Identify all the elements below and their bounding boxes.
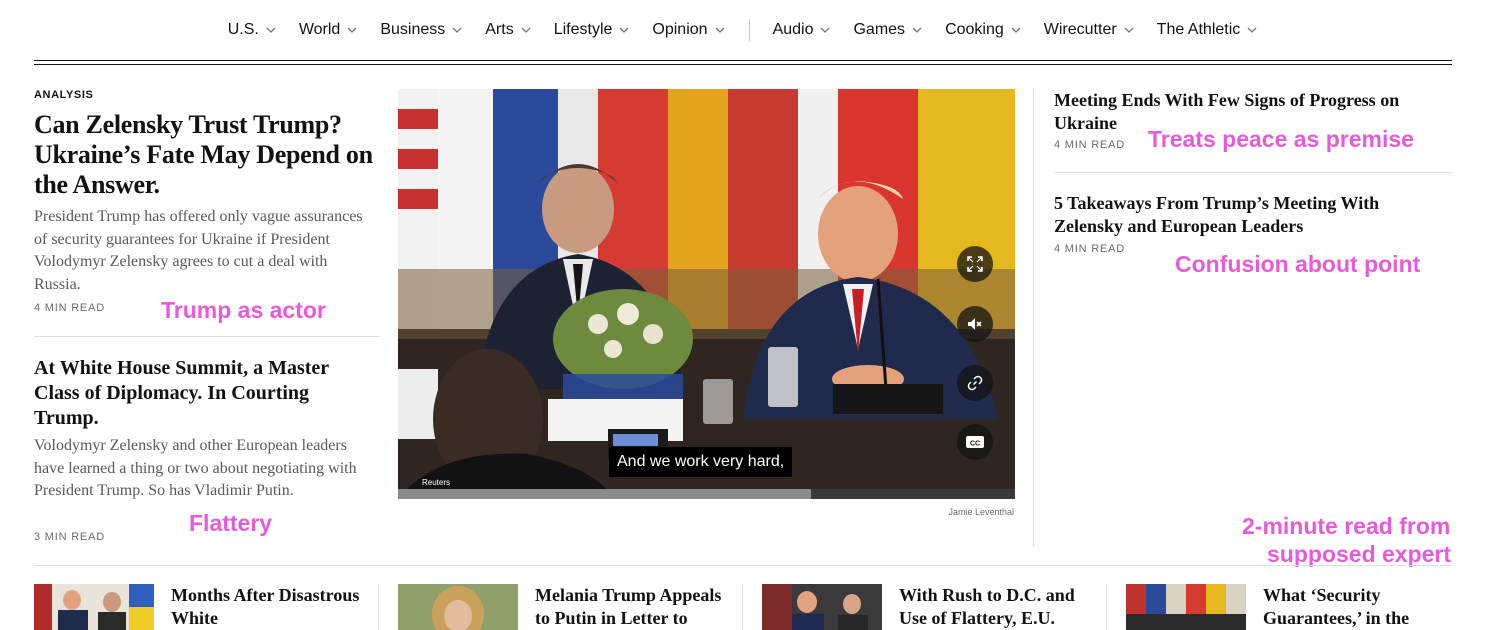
nav-label: Opinion: [652, 21, 708, 38]
nav-item-wirecutter[interactable]: Wirecutter: [1044, 21, 1135, 39]
nav-label: Audio: [772, 21, 814, 38]
video-caption: And we work very hard,: [609, 447, 793, 477]
closed-captions-icon: CC: [966, 436, 984, 448]
nav-item-the-athletic[interactable]: The Athletic: [1157, 21, 1259, 39]
svg-text:CC: CC: [970, 441, 980, 448]
video-player[interactable]: CC: [398, 89, 1015, 499]
bottom-story-4[interactable]: What ‘Security Guarantees,’ in the: [1126, 584, 1452, 630]
story-divider: [34, 336, 380, 337]
chevron-down-icon: [912, 27, 922, 33]
video-frame-image: [398, 89, 1015, 499]
nav-label: Lifestyle: [553, 21, 613, 38]
link-icon: [967, 375, 983, 391]
nav-label: Wirecutter: [1043, 21, 1117, 38]
annotation-two-minute-read: 2-minute read from: [1242, 513, 1451, 539]
story-thumbnail: [1126, 584, 1246, 630]
second-headline[interactable]: At White House Summit, a Master Class of…: [34, 356, 374, 431]
video-source: Reuters: [422, 478, 451, 487]
nav-item-audio[interactable]: Audio: [773, 21, 832, 39]
bottom-divider: [34, 565, 1452, 566]
annotation-trump-as-actor: Trump as actor: [161, 297, 326, 323]
chevron-down-icon: [1124, 27, 1134, 33]
card-separator: [378, 584, 379, 630]
nav-label: Games: [853, 21, 906, 38]
nav-label: The Athletic: [1156, 21, 1241, 38]
copy-link-button[interactable]: [957, 365, 993, 401]
card-separator: [1106, 584, 1107, 630]
nav-item-us[interactable]: U.S.: [228, 21, 277, 39]
story-title: Melania Trump Appeals to Putin in Letter…: [535, 585, 722, 628]
masthead-rule-top: [34, 60, 1452, 61]
annotation-flattery: Flattery: [189, 510, 273, 536]
bottom-story-2[interactable]: Melania Trump Appeals to Putin in Letter…: [398, 584, 738, 630]
nav-item-cooking[interactable]: Cooking: [945, 21, 1022, 39]
annotation-supposed-expert: supposed expert: [1267, 541, 1452, 567]
masthead-rule-bottom: [34, 64, 1452, 65]
bottom-story-1[interactable]: Months After Disastrous White: [34, 584, 374, 630]
nav-item-arts[interactable]: Arts: [485, 21, 531, 39]
chevron-down-icon: [452, 27, 462, 33]
right-read-time-1: 4 MIN READ: [1054, 139, 1125, 151]
story-thumbnail: [398, 584, 518, 630]
nav-item-business[interactable]: Business: [380, 21, 463, 39]
chevron-down-icon: [266, 27, 276, 33]
story-thumbnail: [762, 584, 882, 630]
story-kicker: ANALYSIS: [34, 89, 94, 101]
nav-label: World: [298, 21, 341, 38]
chevron-down-icon: [1011, 27, 1021, 33]
story-title: Months After Disastrous White: [171, 585, 360, 628]
chevron-down-icon: [521, 27, 531, 33]
story-thumbnail: [34, 584, 154, 630]
chevron-down-icon: [1247, 27, 1257, 33]
second-summary: Volodymyr Zelensky and other European le…: [34, 437, 357, 499]
nav-label: Cooking: [945, 21, 1004, 38]
section-nav: U.S. World Business Arts Lifestyle Opini…: [34, 0, 1452, 60]
nav-separator: [748, 19, 750, 41]
nav-label: Arts: [485, 21, 514, 38]
card-separator: [742, 584, 743, 630]
second-read-time: 3 MIN READ: [34, 531, 105, 543]
nav-label: Business: [380, 21, 446, 38]
right-headline-2[interactable]: 5 Takeaways From Trump’s Meeting With Ze…: [1054, 192, 1424, 238]
annotation-confusion: Confusion about point: [1175, 251, 1421, 277]
story-title: What ‘Security Guarantees,’ in the: [1263, 585, 1410, 628]
expand-icon: [967, 256, 983, 272]
right-read-time-2: 4 MIN READ: [1054, 243, 1125, 255]
lead-read-time: 4 MIN READ: [34, 302, 105, 314]
chevron-down-icon: [347, 27, 357, 33]
captions-button[interactable]: CC: [957, 424, 993, 460]
lead-headline[interactable]: Can Zelensky Trust Trump? Ukraine’s Fate…: [34, 110, 374, 200]
video-credit: Jamie Leventhal: [948, 507, 1014, 517]
chevron-down-icon: [821, 27, 830, 33]
video-progress-bar[interactable]: [398, 489, 1015, 499]
bottom-story-3[interactable]: With Rush to D.C. and Use of Flattery, E…: [762, 584, 1102, 630]
nav-item-world[interactable]: World: [299, 21, 359, 39]
nav-item-games[interactable]: Games: [853, 21, 923, 39]
annotation-treats-peace: Treats peace as premise: [1148, 126, 1414, 152]
nav-item-opinion[interactable]: Opinion: [652, 21, 725, 39]
nav-label: U.S.: [227, 21, 259, 38]
column-divider: [1033, 89, 1034, 547]
fullscreen-button[interactable]: [957, 246, 993, 282]
chevron-down-icon: [619, 27, 629, 33]
chevron-down-icon: [715, 27, 725, 33]
nav-item-lifestyle[interactable]: Lifestyle: [554, 21, 631, 39]
mute-button[interactable]: [957, 306, 993, 342]
story-divider: [1054, 172, 1452, 173]
story-title: With Rush to D.C. and Use of Flattery, E…: [899, 585, 1075, 628]
lead-summary: President Trump has offered only vague a…: [34, 208, 363, 293]
volume-muted-icon: [968, 318, 982, 330]
video-progress-fill: [398, 489, 812, 499]
